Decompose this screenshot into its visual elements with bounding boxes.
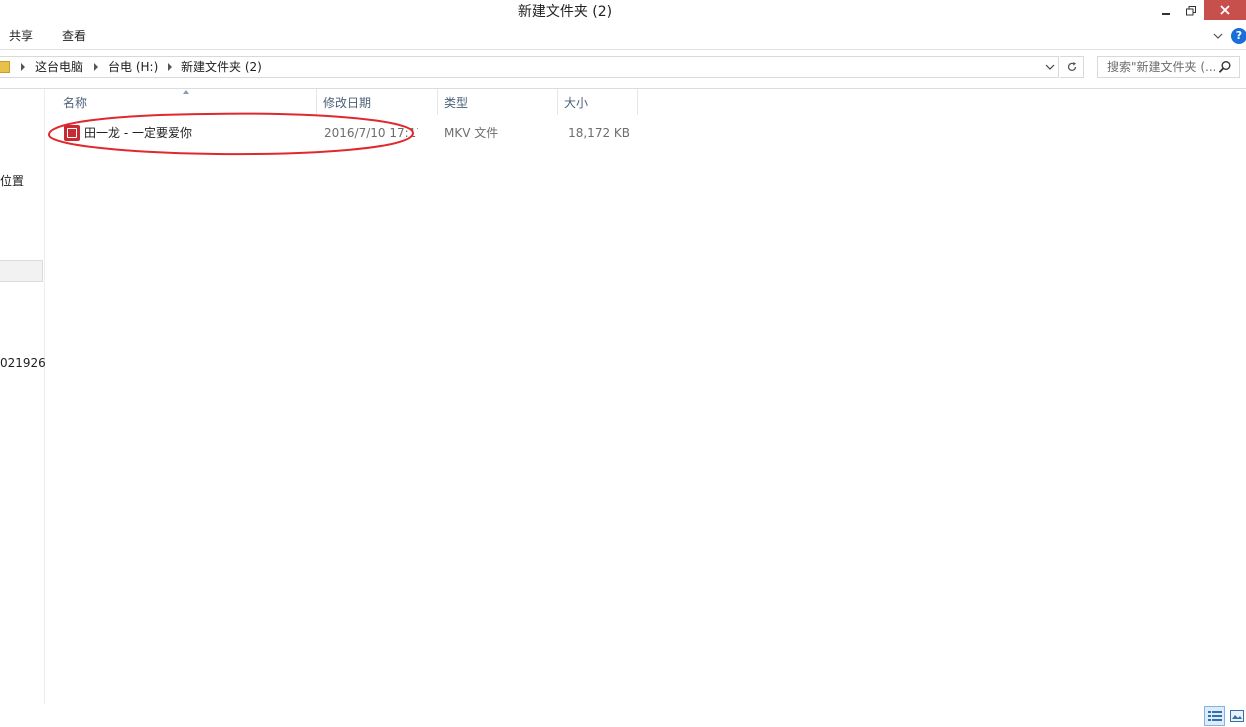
file-type: MKV 文件 xyxy=(444,126,499,140)
column-header-type[interactable]: 类型 xyxy=(438,89,558,115)
window-title: 新建文件夹 (2) xyxy=(517,4,613,20)
address-bar[interactable]: 这台电脑 台电 (H:) 新建文件夹 (2) xyxy=(0,56,1059,78)
ribbon: 共享 查看 ? xyxy=(0,24,1246,50)
tab-share[interactable]: 共享 xyxy=(9,24,33,50)
folder-icon xyxy=(0,61,10,73)
highlight-ellipse xyxy=(48,112,415,156)
search-box[interactable] xyxy=(1097,56,1240,78)
breadcrumb-this-pc[interactable]: 这台电脑 xyxy=(35,59,83,75)
close-icon xyxy=(1220,5,1230,15)
title-bar: 新建文件夹 (2) xyxy=(0,0,1246,24)
nav-item-locations[interactable]: 位置 xyxy=(0,172,24,189)
details-view-icon xyxy=(1207,711,1222,721)
close-button[interactable] xyxy=(1204,0,1246,20)
search-input[interactable] xyxy=(1107,59,1215,75)
restore-icon xyxy=(1186,6,1196,16)
file-size: 18,172 KB xyxy=(568,126,630,140)
breadcrumb-separator[interactable] xyxy=(21,63,25,71)
chevron-down-icon xyxy=(1213,33,1223,39)
expand-ribbon-button[interactable] xyxy=(1211,27,1225,45)
nav-item-folder[interactable]: 021926 xyxy=(0,356,46,370)
restore-button[interactable] xyxy=(1178,0,1204,22)
chevron-down-icon xyxy=(1045,64,1055,70)
minimize-icon xyxy=(1162,13,1170,15)
refresh-button[interactable] xyxy=(1060,56,1084,78)
large-icons-view-button[interactable] xyxy=(1228,706,1246,726)
column-header-size[interactable]: 大小 xyxy=(558,89,638,115)
tab-view[interactable]: 查看 xyxy=(62,24,86,50)
breadcrumb-separator[interactable] xyxy=(168,63,172,71)
search-icon[interactable] xyxy=(1218,60,1232,74)
tiles-view-icon xyxy=(1230,710,1244,722)
address-history-button[interactable] xyxy=(1043,60,1057,74)
refresh-icon xyxy=(1067,62,1076,71)
breadcrumb-current-folder[interactable]: 新建文件夹 (2) xyxy=(181,59,262,75)
status-bar xyxy=(0,704,1246,727)
nav-item-selected[interactable] xyxy=(0,260,43,282)
help-icon[interactable]: ? xyxy=(1231,28,1246,44)
details-view-button[interactable] xyxy=(1204,706,1225,726)
breadcrumb-separator[interactable] xyxy=(94,63,98,71)
minimize-button[interactable] xyxy=(1152,0,1180,22)
navigation-pane: 位置 021926 xyxy=(0,89,46,704)
breadcrumb-drive[interactable]: 台电 (H:) xyxy=(108,59,158,75)
